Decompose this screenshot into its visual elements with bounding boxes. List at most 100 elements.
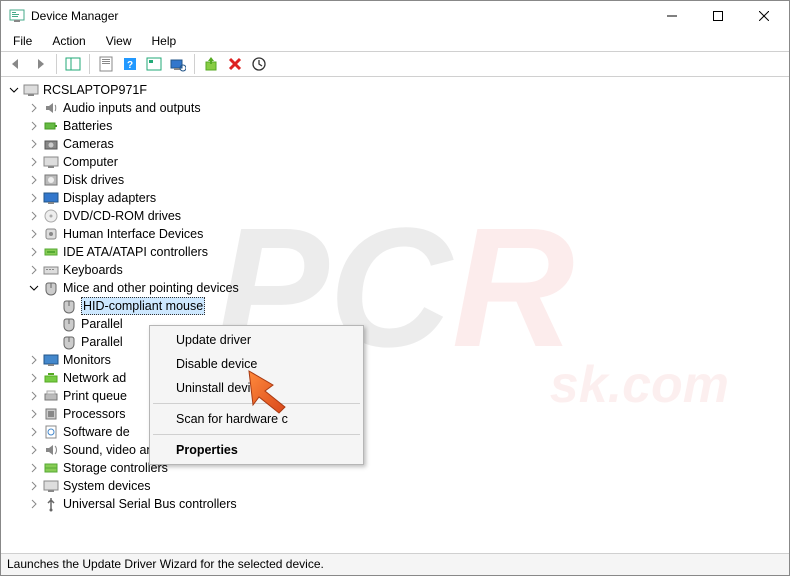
ctx-properties[interactable]: Properties (152, 438, 361, 462)
ctx-sep (153, 434, 360, 435)
chevron-right-icon[interactable] (27, 443, 41, 457)
chevron-right-icon[interactable] (27, 209, 41, 223)
app-icon (9, 8, 25, 24)
tree-label: Keyboards (63, 261, 123, 279)
scan-hardware-button[interactable] (167, 53, 189, 75)
tree-item[interactable]: Parallel (1, 333, 789, 351)
chevron-right-icon[interactable] (27, 389, 41, 403)
chevron-right-icon[interactable] (27, 479, 41, 493)
tree-root[interactable]: RCSLAPTOP971F (1, 81, 789, 99)
ctx-update-driver[interactable]: Update driver (152, 328, 361, 352)
ctx-disable-device[interactable]: Disable device (152, 352, 361, 376)
chevron-right-icon[interactable] (27, 245, 41, 259)
keyboard-icon (43, 262, 59, 278)
tree-item[interactable]: Storage controllers (1, 459, 789, 477)
tree-label: Audio inputs and outputs (63, 99, 201, 117)
forward-button[interactable] (29, 53, 51, 75)
chevron-right-icon[interactable] (27, 461, 41, 475)
software-icon (43, 424, 59, 440)
ctx-uninstall-device[interactable]: Uninstall device (152, 376, 361, 400)
chevron-right-icon[interactable] (27, 155, 41, 169)
tree-item[interactable]: System devices (1, 477, 789, 495)
chevron-right-icon[interactable] (27, 425, 41, 439)
chevron-right-icon[interactable] (27, 353, 41, 367)
tree-item[interactable]: Disk drives (1, 171, 789, 189)
tree-item[interactable]: Cameras (1, 135, 789, 153)
ctx-scan-hardware[interactable]: Scan for hardware c (152, 407, 361, 431)
tree-label: Software de (63, 423, 130, 441)
chevron-right-icon[interactable] (27, 101, 41, 115)
chevron-right-icon[interactable] (27, 497, 41, 511)
tree-item[interactable]: Universal Serial Bus controllers (1, 495, 789, 513)
tree-item[interactable]: Human Interface Devices (1, 225, 789, 243)
cd-icon (43, 208, 59, 224)
tree-item[interactable]: Display adapters (1, 189, 789, 207)
tree-item[interactable]: HID-compliant mouse (1, 297, 789, 315)
tree-label: Batteries (63, 117, 112, 135)
back-button[interactable] (5, 53, 27, 75)
chevron-right-icon[interactable] (27, 227, 41, 241)
chevron-right-icon[interactable] (27, 371, 41, 385)
tree-item[interactable]: Sound, video and game controllers (1, 441, 789, 459)
tree-label: Human Interface Devices (63, 225, 203, 243)
usb-icon (43, 496, 59, 512)
camera-icon (43, 136, 59, 152)
tree-label: Print queue (63, 387, 127, 405)
properties-button[interactable] (95, 53, 117, 75)
tree-label: HID-compliant mouse (81, 297, 205, 315)
menu-action[interactable]: Action (44, 32, 93, 50)
tree-item[interactable]: Keyboards (1, 261, 789, 279)
chevron-down-icon[interactable] (27, 281, 41, 295)
minimize-button[interactable] (649, 1, 695, 31)
tree-label: Universal Serial Bus controllers (63, 495, 237, 513)
tree-item[interactable]: Monitors (1, 351, 789, 369)
chevron-right-icon[interactable] (27, 263, 41, 277)
svg-text:?: ? (127, 60, 133, 71)
context-menu: Update driver Disable device Uninstall d… (149, 325, 364, 465)
display-icon (43, 190, 59, 206)
tree-item[interactable]: Software de (1, 423, 789, 441)
tree-label: DVD/CD-ROM drives (63, 207, 181, 225)
tree-item[interactable]: Parallel (1, 315, 789, 333)
system-icon (43, 478, 59, 494)
window-title: Device Manager (31, 9, 118, 23)
tree-item[interactable]: Batteries (1, 117, 789, 135)
tree-item[interactable]: Network ad (1, 369, 789, 387)
speaker-icon (43, 100, 59, 116)
close-button[interactable] (741, 1, 787, 31)
disable-button[interactable] (248, 53, 270, 75)
storage-icon (43, 460, 59, 476)
chevron-down-icon[interactable] (7, 83, 21, 97)
action-button[interactable] (143, 53, 165, 75)
tree-item[interactable]: Mice and other pointing devices (1, 279, 789, 297)
uninstall-button[interactable] (224, 53, 246, 75)
menu-view[interactable]: View (98, 32, 140, 50)
chevron-right-icon[interactable] (27, 407, 41, 421)
tree-item[interactable]: DVD/CD-ROM drives (1, 207, 789, 225)
help-button[interactable]: ? (119, 53, 141, 75)
toolbar: ? (1, 51, 789, 77)
maximize-button[interactable] (695, 1, 741, 31)
chevron-right-icon[interactable] (27, 173, 41, 187)
tree-item[interactable]: Computer (1, 153, 789, 171)
tree-item[interactable]: Processors (1, 405, 789, 423)
chevron-right-icon[interactable] (27, 137, 41, 151)
update-driver-button[interactable] (200, 53, 222, 75)
monitor-icon (43, 352, 59, 368)
chevron-right-icon[interactable] (27, 119, 41, 133)
show-hide-tree-button[interactable] (62, 53, 84, 75)
chevron-right-icon[interactable] (27, 191, 41, 205)
tree-item[interactable]: Print queue (1, 387, 789, 405)
tree-item[interactable]: IDE ATA/ATAPI controllers (1, 243, 789, 261)
printer-icon (43, 388, 59, 404)
ctx-sep (153, 403, 360, 404)
tree-label: Mice and other pointing devices (63, 279, 239, 297)
tree-label: Network ad (63, 369, 126, 387)
tree-item[interactable]: Audio inputs and outputs (1, 99, 789, 117)
menu-help[interactable]: Help (144, 32, 185, 50)
menu-file[interactable]: File (5, 32, 40, 50)
device-tree[interactable]: RCSLAPTOP971FAudio inputs and outputsBat… (1, 77, 789, 553)
cpu-icon (43, 406, 59, 422)
toolbar-sep (194, 54, 195, 74)
titlebar: Device Manager (1, 1, 789, 31)
